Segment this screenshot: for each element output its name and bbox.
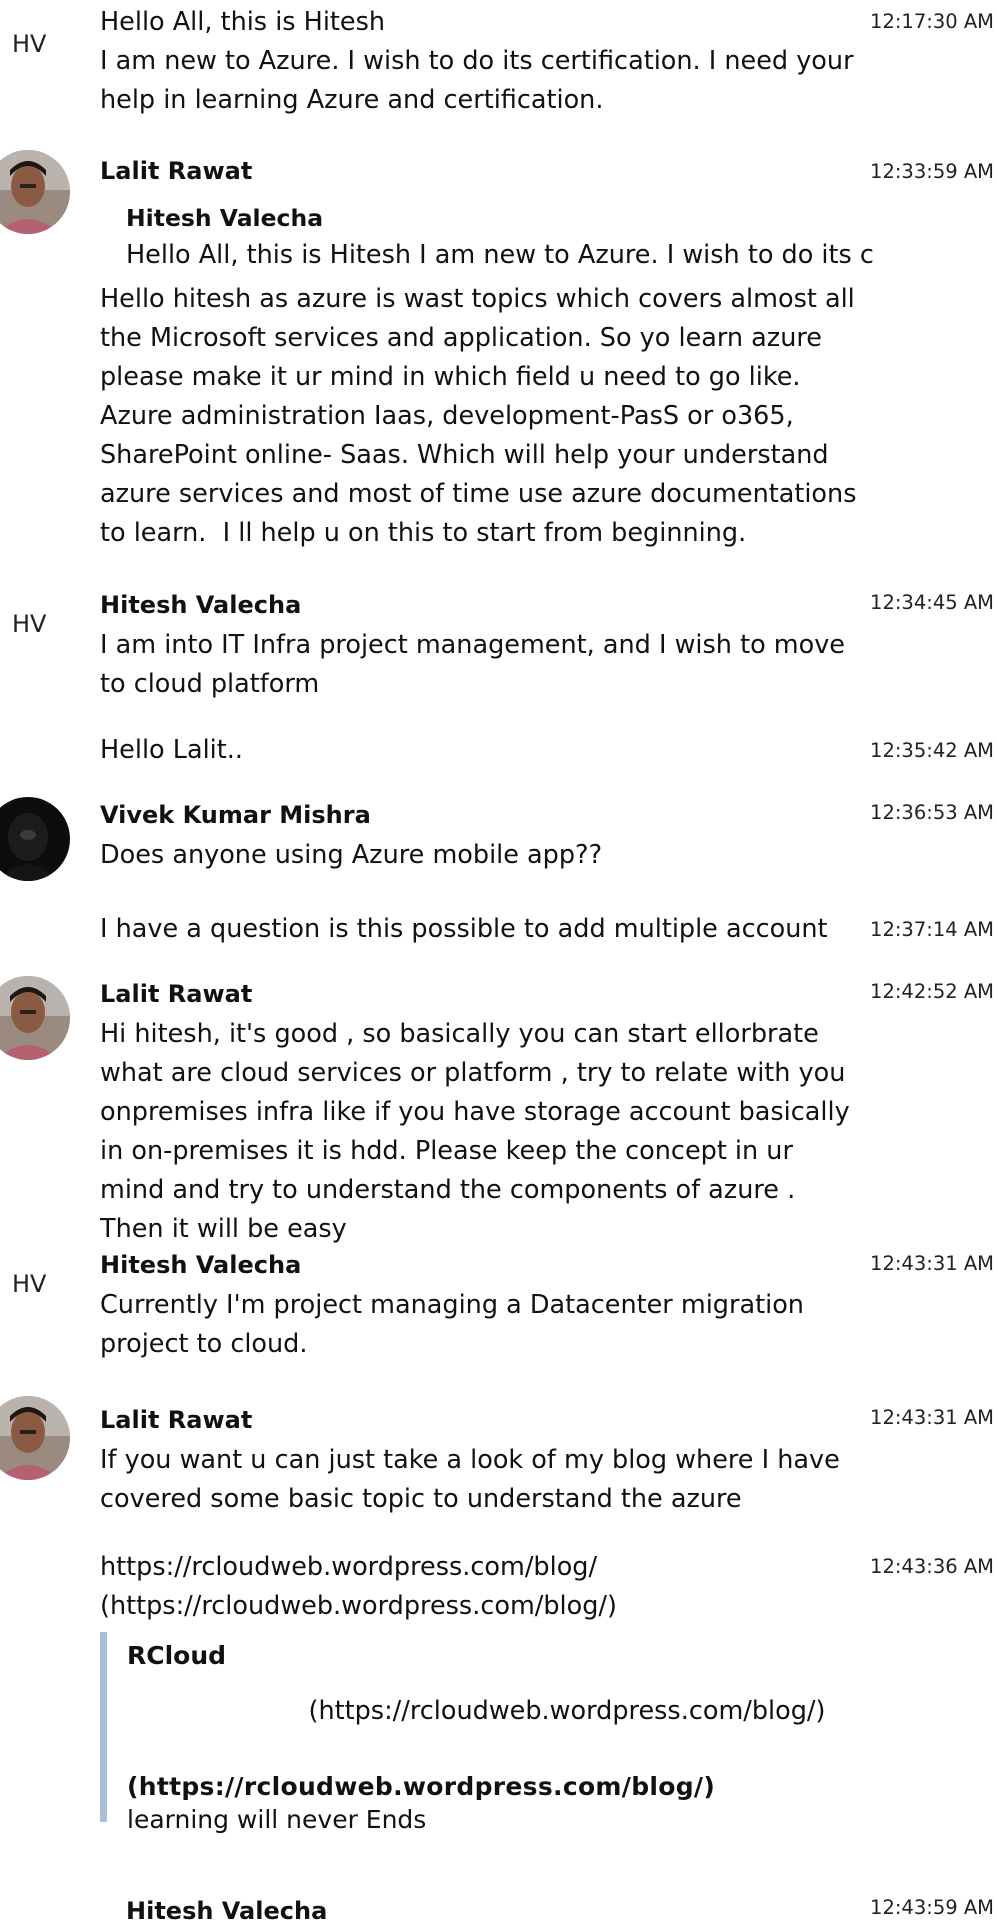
avatar[interactable]: [0, 150, 70, 234]
quoted-sender: Hitesh Valecha: [126, 204, 324, 232]
message-timestamp: 12:17:30 AM: [870, 10, 994, 33]
message-timestamp: 12:36:53 AM: [870, 801, 994, 824]
link-preview-title[interactable]: RCloud: [127, 1638, 887, 1674]
message-text: I have a question is this possible to ad…: [100, 914, 828, 944]
message-text: Does anyone using Azure mobile app??: [100, 840, 603, 870]
message-timestamp: 12:43:59 AM: [870, 1896, 994, 1919]
message-sender[interactable]: Lalit Rawat: [100, 1403, 860, 1437]
message-timestamp: 12:37:14 AM: [870, 918, 994, 941]
message-text: Currently I'm project managing a Datacen…: [100, 1290, 813, 1359]
avatar[interactable]: [0, 797, 70, 881]
message-text: Hello hitesh as azure is wast topics whi…: [100, 284, 865, 548]
message-timestamp: 12:43:31 AM: [870, 1406, 994, 1429]
quoted-message[interactable]: Hitesh Valecha Hello All, this is Hitesh…: [100, 200, 874, 274]
avatar-initials: HV: [12, 1270, 47, 1298]
avatar-initials: HV: [12, 610, 47, 638]
link-preview-description: learning will never Ends: [127, 1805, 427, 1834]
message-timestamp: 12:43:31 AM: [870, 1252, 994, 1275]
message-text: Hello Lalit..: [100, 735, 243, 765]
message-timestamp: 12:34:45 AM: [870, 591, 994, 614]
message-text: Hello All, this is Hitesh I am new to Az…: [100, 7, 854, 115]
link-preview-bold-url[interactable]: (https://rcloudweb.wordpress.com/blog/): [127, 1772, 887, 1801]
message-sender[interactable]: Hitesh Valecha: [100, 588, 860, 622]
message-timestamp: 12:33:59 AM: [870, 160, 994, 183]
message-sender[interactable]: Vivek Kumar Mishra: [100, 798, 860, 832]
link-preview-url[interactable]: (https://rcloudweb.wordpress.com/blog/): [127, 1696, 887, 1726]
message-timestamp: 12:43:36 AM: [870, 1555, 994, 1578]
avatar-initials: HV: [12, 30, 47, 58]
message-sender[interactable]: Lalit Rawat: [100, 154, 860, 188]
avatar[interactable]: [0, 1396, 70, 1480]
message-text: If you want u can just take a look of my…: [100, 1445, 848, 1514]
message-link[interactable]: https://rcloudweb.wordpress.com/blog/ (h…: [100, 1548, 860, 1626]
message-timestamp: 12:35:42 AM: [870, 739, 994, 762]
message-text: Hi hitesh, it's good , so basically you …: [100, 1019, 858, 1244]
link-preview-card[interactable]: RCloud (https://rcloudweb.wordpress.com/…: [100, 1632, 887, 1834]
message-sender[interactable]: Lalit Rawat: [100, 977, 860, 1011]
message-text: I am into IT Infra project management, a…: [100, 630, 854, 699]
message-timestamp: 12:42:52 AM: [870, 980, 994, 1003]
quoted-text: Hello All, this is Hitesh I am new to Az…: [126, 240, 874, 270]
avatar[interactable]: [0, 976, 70, 1060]
message-sender[interactable]: Hitesh Valecha: [100, 1248, 860, 1282]
